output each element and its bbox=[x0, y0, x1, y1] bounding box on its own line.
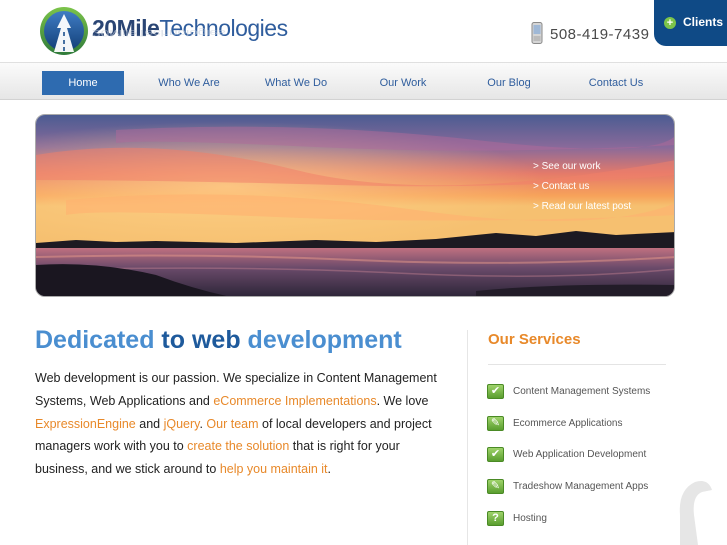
nav-home[interactable]: Home bbox=[42, 71, 124, 95]
hero-link-see-work[interactable]: > See our work bbox=[533, 161, 601, 172]
intro-text: . bbox=[327, 462, 332, 477]
intro-text: . We love bbox=[376, 393, 429, 408]
service-label: Ecommerce Applications bbox=[513, 418, 623, 429]
service-label: Hosting bbox=[513, 513, 547, 524]
nav-our-blog[interactable]: Our Blog bbox=[468, 71, 550, 95]
link-our-team[interactable]: Our team bbox=[206, 417, 258, 431]
heading-part-4: development bbox=[240, 326, 402, 354]
logo-icon[interactable] bbox=[38, 6, 90, 56]
question-icon: ? bbox=[487, 511, 504, 526]
page-heading: Dedicated to web development bbox=[35, 326, 402, 355]
heading-part-2: to bbox=[154, 326, 192, 354]
clients-label: Clients bbox=[683, 15, 724, 29]
link-jquery[interactable]: jQuery bbox=[164, 417, 200, 431]
phone-icon bbox=[531, 22, 543, 44]
check-icon: ✔ bbox=[487, 384, 504, 399]
link-ecommerce[interactable]: eCommerce Implementations bbox=[213, 394, 376, 408]
heading-part-3: web bbox=[191, 326, 241, 354]
hero-link-contact[interactable]: > Contact us bbox=[533, 181, 589, 192]
link-expressionengine[interactable]: ExpressionEngine bbox=[35, 417, 136, 431]
services-rule bbox=[488, 364, 666, 365]
heading-part-1: Dedicated bbox=[35, 326, 155, 354]
brand-reflection: 20MileTechnologies bbox=[92, 27, 225, 37]
service-label: Content Management Systems bbox=[513, 386, 651, 397]
page: 20MileTechnologies 20MileTechnologies 50… bbox=[0, 0, 727, 545]
check-icon: ✔ bbox=[487, 447, 504, 462]
hero-banner: > See our work > Contact us > Read our l… bbox=[35, 114, 675, 297]
link-create-solution[interactable]: create the solution bbox=[187, 439, 289, 453]
hero-link-latest-post[interactable]: > Read our latest post bbox=[533, 201, 631, 212]
nav-what-we-do[interactable]: What We Do bbox=[255, 71, 337, 95]
nav-who-we-are[interactable]: Who We Are bbox=[148, 71, 230, 95]
service-label: Tradeshow Management Apps bbox=[513, 481, 649, 492]
phone-number: 508-419-7439 bbox=[550, 26, 650, 43]
service-label: Web Application Development bbox=[513, 449, 647, 460]
header: 20MileTechnologies 20MileTechnologies 50… bbox=[0, 0, 727, 62]
plus-circle-icon: + bbox=[664, 17, 676, 29]
intro-text: and bbox=[135, 416, 164, 431]
services-title: Our Services bbox=[488, 331, 581, 348]
clients-button[interactable]: + Clients bbox=[654, 0, 727, 46]
pencil-icon: ✎ bbox=[487, 479, 504, 494]
intro-paragraph: Web development is our passion. We speci… bbox=[35, 367, 455, 481]
cape-cod-silhouette bbox=[679, 481, 712, 545]
brand-reflection-number: 20Mile bbox=[92, 27, 137, 37]
link-maintain[interactable]: help you maintain it bbox=[220, 462, 328, 476]
pencil-icon: ✎ bbox=[487, 416, 504, 431]
nav-our-work[interactable]: Our Work bbox=[362, 71, 444, 95]
nav-contact-us[interactable]: Contact Us bbox=[575, 71, 657, 95]
column-divider bbox=[467, 330, 468, 545]
main-nav: Home Who We Are What We Do Our Work Our … bbox=[0, 62, 727, 100]
brand-reflection-rest: Technologies bbox=[136, 27, 226, 37]
